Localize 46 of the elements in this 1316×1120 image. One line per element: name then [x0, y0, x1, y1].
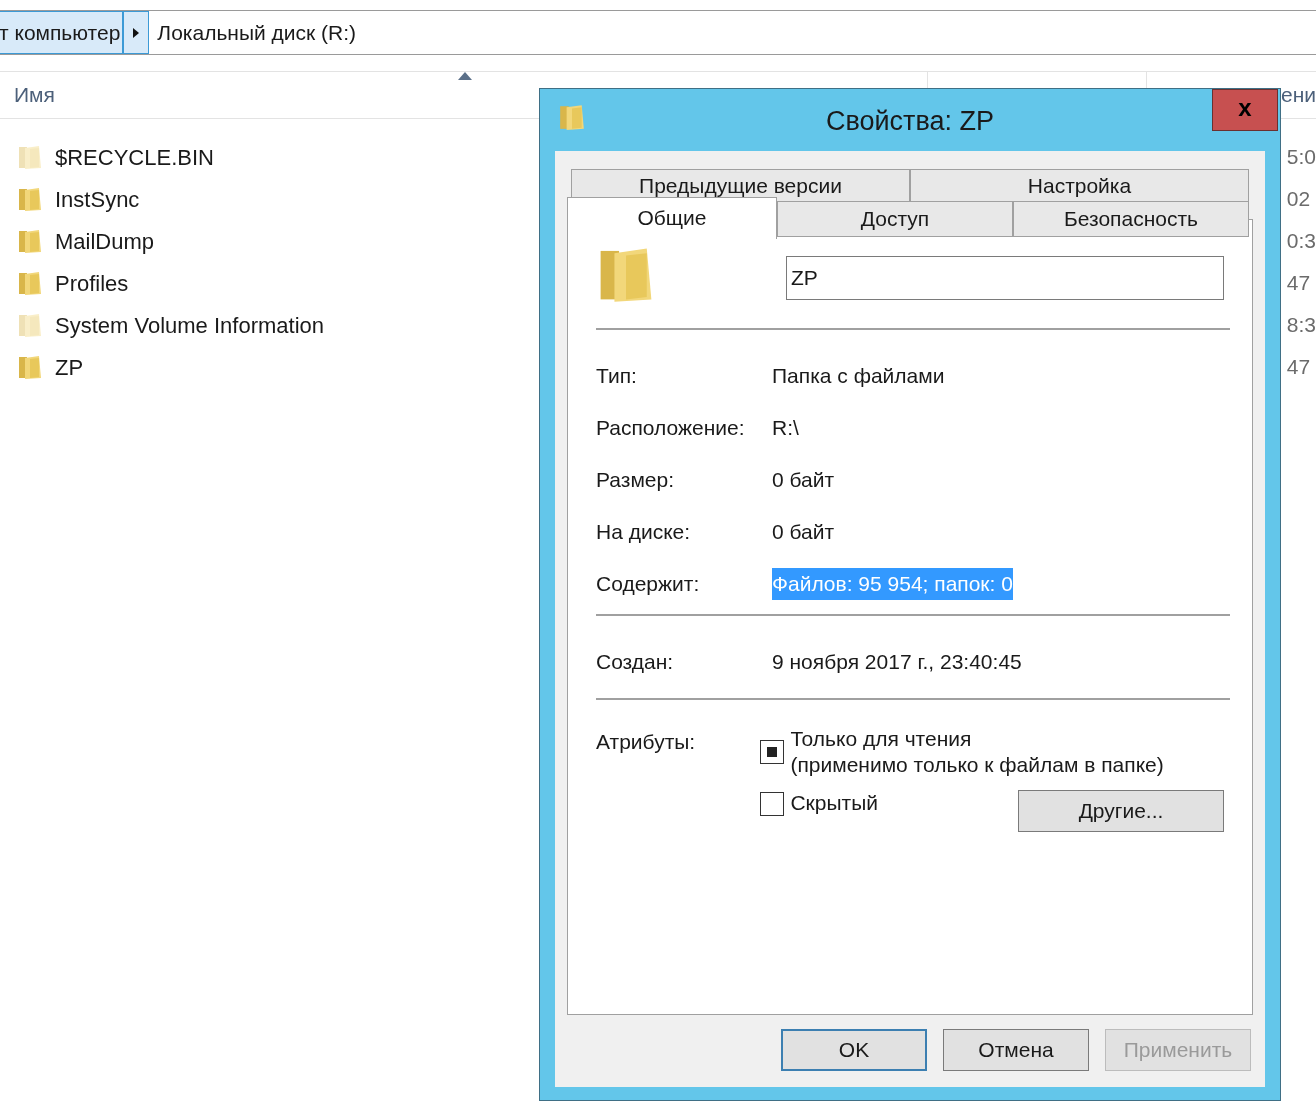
checkbox-note: (применимо только к файлам в папке): [790, 752, 1164, 778]
checkbox[interactable]: [760, 740, 785, 764]
table-cell-text: 47: [1286, 354, 1312, 381]
field-label: Атрибуты:: [596, 729, 697, 755]
field-label: Тип:: [596, 363, 638, 390]
tab[interactable]: Настройка: [910, 169, 1249, 203]
field-label: На диске:: [596, 519, 692, 546]
dialog-button[interactable]: OK: [781, 1029, 927, 1071]
field-value: 0 байт: [772, 467, 835, 494]
table-cell-text: 02: [1286, 186, 1312, 213]
file-name[interactable]: InstSync: [55, 182, 140, 216]
dialog-button[interactable]: Отмена: [943, 1029, 1089, 1071]
file-name[interactable]: Profiles: [55, 266, 129, 300]
close-button[interactable]: x: [1212, 89, 1278, 131]
checkbox-label[interactable]: Только для чтения: [790, 726, 1164, 752]
tab[interactable]: Безопасность: [1013, 200, 1249, 237]
window-title: Свойства: ZP: [825, 104, 995, 138]
folder-icon: [558, 103, 586, 131]
field-value: Папка с файлами: [772, 363, 945, 390]
file-name[interactable]: ZP: [55, 350, 84, 384]
file-name[interactable]: MailDump: [55, 224, 155, 258]
field-label: Размер:: [596, 467, 675, 494]
file-name[interactable]: System Volume Information: [55, 308, 324, 342]
column-header[interactable]: ени: [1281, 79, 1316, 111]
table-cell-text: 47: [1286, 270, 1312, 297]
table-cell-text: 5:0: [1286, 144, 1316, 171]
breadcrumb-item[interactable]: т компьютер: [0, 11, 124, 54]
field-label: Расположение:: [596, 415, 746, 442]
field-label: Создан:: [596, 649, 675, 676]
field-value: R:\: [772, 415, 799, 442]
name-field[interactable]: ZP: [786, 256, 1224, 300]
field-value: Файлов: 95 954; папок: 0: [772, 568, 1013, 600]
field-label: Содержит:: [596, 571, 701, 598]
field-value: 9 ноября 2017 г., 23:40:45: [772, 649, 1022, 676]
table-cell-text: 0:3: [1286, 228, 1316, 255]
field-value: 0 байт: [772, 519, 835, 546]
table-cell-text: 8:3: [1286, 312, 1316, 339]
other-attributes-button[interactable]: Другие...: [1018, 790, 1224, 832]
checkbox-label[interactable]: Скрытый: [790, 790, 878, 816]
tab[interactable]: Доступ: [777, 200, 1013, 237]
checkbox[interactable]: [760, 792, 785, 816]
breadcrumb-item[interactable]: Локальный диск (R:): [149, 11, 359, 54]
sort-ascending-icon: [458, 72, 472, 80]
tab[interactable]: Общие: [567, 196, 777, 239]
file-name[interactable]: $RECYCLE.BIN: [55, 140, 214, 174]
column-header[interactable]: Имя: [14, 79, 55, 111]
